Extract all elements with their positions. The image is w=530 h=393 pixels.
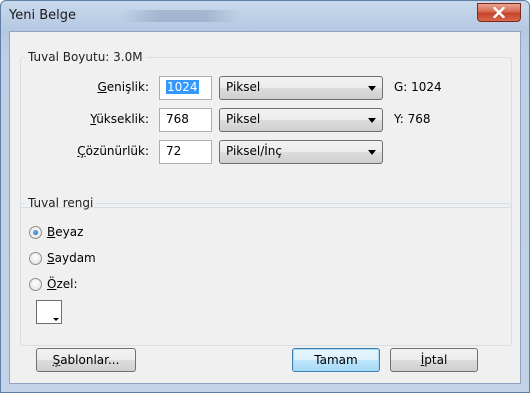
width-row: Genişlik: 1024 Piksel G: 1024 [21, 76, 511, 100]
width-unit-select[interactable]: Piksel [219, 76, 383, 100]
height-info: Y: 768 [394, 112, 431, 126]
radio-custom-label[interactable]: Özel: [47, 277, 78, 291]
height-unit-select[interactable]: Piksel [219, 108, 383, 132]
window-title: Yeni Belge [9, 8, 76, 23]
resolution-label: Çözünürlük: [77, 144, 149, 158]
height-label: Yükseklik: [90, 112, 149, 126]
canvas-size-legend: Tuval Boyutu: 3.0M [28, 50, 143, 64]
title-bar[interactable]: Yeni Belge [1, 1, 529, 31]
chevron-down-icon [368, 86, 376, 91]
chevron-down-icon [53, 318, 59, 321]
chevron-down-icon [368, 118, 376, 123]
radio-transparent-label[interactable]: Saydam [47, 251, 96, 265]
resolution-input[interactable]: 72 [159, 140, 212, 164]
height-input[interactable]: 768 [159, 108, 212, 132]
templates-button[interactable]: Şablonlar... [36, 348, 136, 372]
chevron-down-icon [368, 150, 376, 155]
canvas-size-group: Tuval Boyutu: 3.0M Genişlik: 1024 Piksel… [20, 50, 512, 208]
canvas-color-group: Tuval rengi Beyaz Saydam Özel: [20, 196, 512, 346]
ok-button[interactable]: Tamam [292, 348, 380, 372]
close-button[interactable] [477, 3, 521, 22]
radio-white-label[interactable]: Beyaz [47, 225, 83, 239]
close-icon [493, 7, 505, 18]
cancel-button[interactable]: İptal [390, 348, 478, 372]
custom-color-swatch[interactable] [36, 300, 62, 324]
dialog-client-area: Tuval Boyutu: 3.0M Genişlik: 1024 Piksel… [9, 31, 521, 384]
width-label: Genişlik: [97, 80, 149, 94]
width-input[interactable]: 1024 [159, 76, 212, 100]
radio-white-indicator[interactable] [29, 226, 42, 239]
canvas-color-legend: Tuval rengi [28, 196, 94, 210]
dialog-window: Yeni Belge Tuval Boyutu: 3.0M Genişlik: … [0, 0, 530, 393]
resolution-row: Çözünürlük: 72 Piksel/İnç [21, 140, 511, 164]
resolution-unit-select[interactable]: Piksel/İnç [219, 140, 383, 164]
radio-custom-indicator[interactable] [29, 278, 42, 291]
title-blur [121, 10, 241, 22]
width-info: G: 1024 [394, 80, 442, 94]
height-row: Yükseklik: 768 Piksel Y: 768 [21, 108, 511, 132]
radio-transparent-indicator[interactable] [29, 252, 42, 265]
